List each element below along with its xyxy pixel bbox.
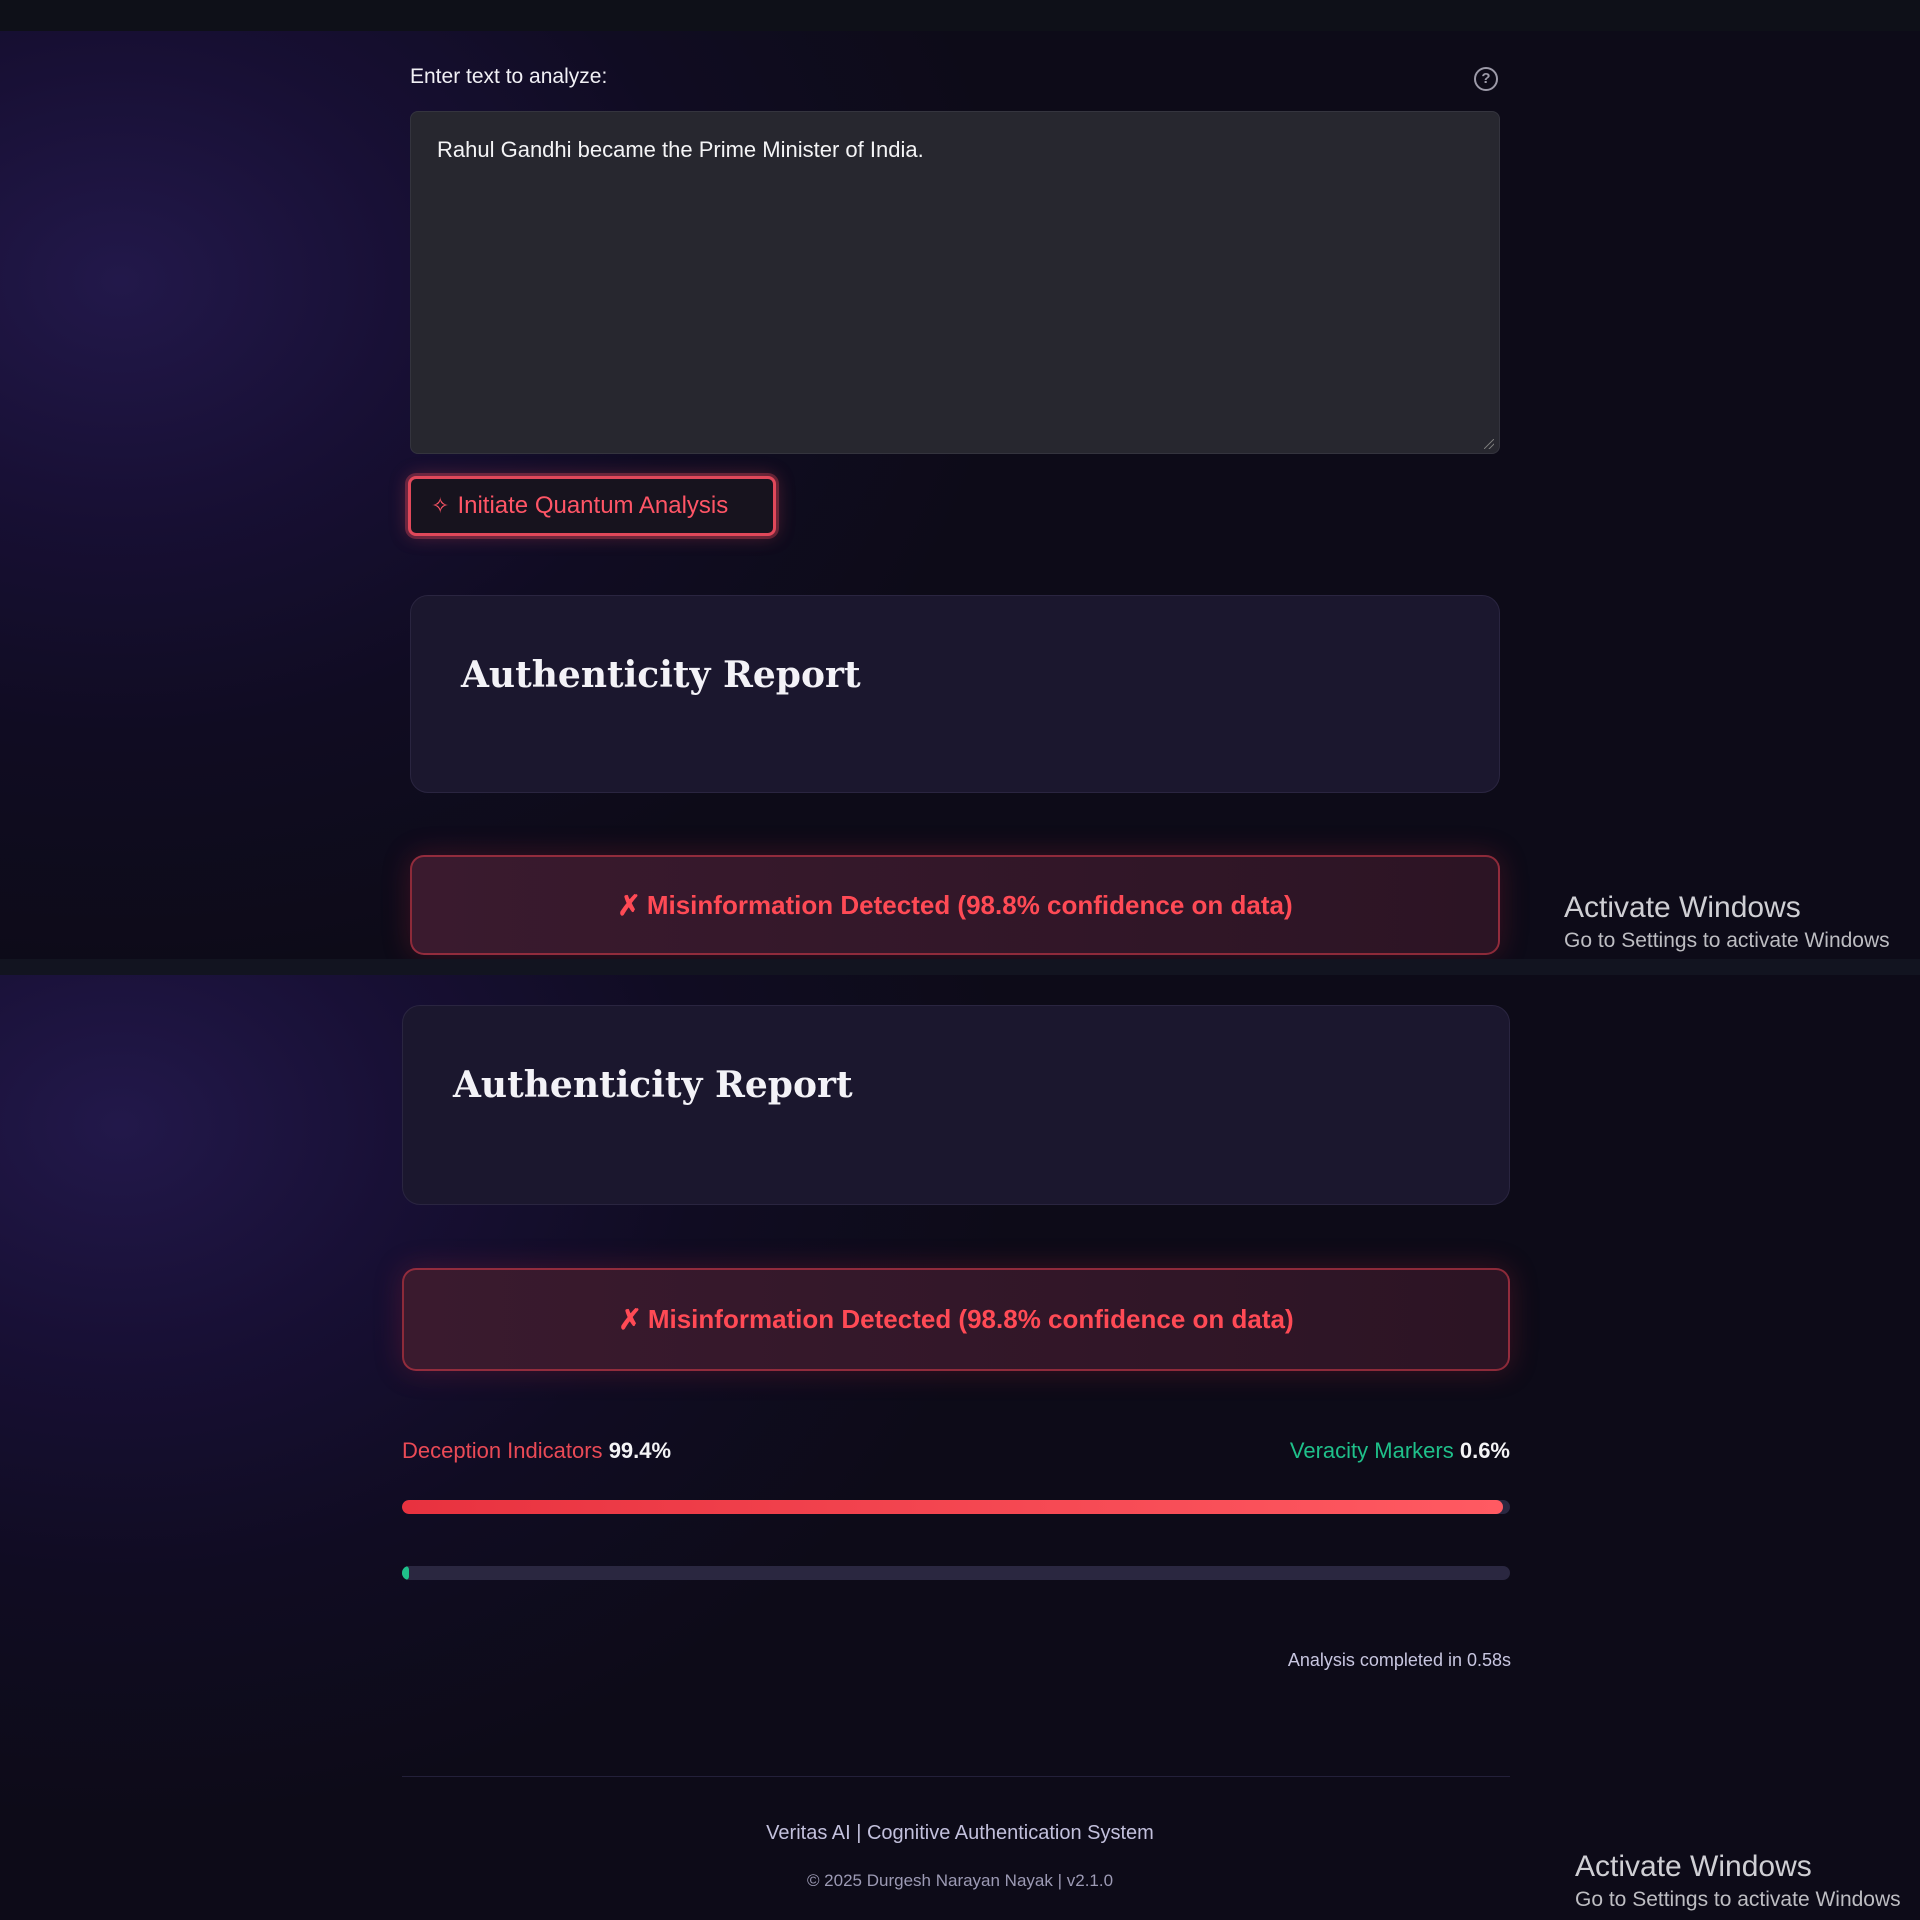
misinformation-alert: ✗ Misinformation Detected (98.8% confide… bbox=[410, 855, 1500, 955]
misinformation-alert: ✗ Misinformation Detected (98.8% confide… bbox=[402, 1268, 1510, 1371]
authenticity-report-card: Authenticity Report bbox=[402, 1005, 1510, 1205]
alert-message: Misinformation Detected (98.8% confidenc… bbox=[646, 889, 1293, 920]
deception-label: Deception Indicators bbox=[402, 1438, 603, 1463]
initiate-analysis-label: Initiate Quantum Analysis bbox=[457, 492, 729, 519]
watermark-title: Activate Windows bbox=[1575, 1850, 1812, 1883]
activate-windows-watermark: Activate Windows Go to Settings to activ… bbox=[1575, 1850, 1901, 1912]
cross-icon: ✗ bbox=[617, 889, 641, 921]
analysis-time: Analysis completed in 0.58s bbox=[1287, 1650, 1511, 1670]
footer-divider bbox=[402, 1776, 1510, 1777]
question-circle-icon[interactable]: ? bbox=[1474, 67, 1498, 91]
indicator-labels: Deception Indicators 99.4% Veracity Mark… bbox=[402, 1438, 1510, 1468]
veracity-label: Veracity Markers bbox=[1289, 1438, 1454, 1463]
deception-indicator: Deception Indicators 99.4% bbox=[402, 1438, 671, 1464]
deception-bar bbox=[402, 1500, 1510, 1514]
veracity-bar bbox=[402, 1566, 1510, 1580]
input-label: Enter text to analyze: bbox=[410, 65, 608, 88]
screenshot-divider bbox=[0, 959, 1920, 975]
veracity-indicator: Veracity Markers 0.6% bbox=[1290, 1438, 1510, 1464]
veracity-value: 0.6% bbox=[1459, 1438, 1510, 1463]
report-title: Authenticity Report bbox=[453, 1064, 853, 1106]
watermark-subtitle: Go to Settings to activate Windows bbox=[1564, 929, 1890, 952]
watermark-title: Activate Windows bbox=[1564, 891, 1801, 924]
deception-bar-fill bbox=[402, 1500, 1504, 1514]
alert-message: Misinformation Detected (98.8% confidenc… bbox=[647, 1304, 1294, 1334]
cross-icon: ✗ bbox=[618, 1304, 642, 1335]
report-title: Authenticity Report bbox=[461, 654, 861, 696]
footer-title: Veritas AI | Cognitive Authentication Sy… bbox=[766, 1822, 1154, 1844]
top-panel: Enter text to analyze: ? ✧ Initiate Quan… bbox=[0, 31, 1920, 959]
resize-handle[interactable] bbox=[1484, 439, 1494, 449]
sparkle-icon: ✧ bbox=[431, 493, 450, 518]
initiate-analysis-button[interactable]: ✧ Initiate Quantum Analysis bbox=[408, 476, 776, 536]
authenticity-report-card: Authenticity Report bbox=[410, 595, 1500, 793]
text-input[interactable] bbox=[410, 111, 1500, 454]
browser-top-bar bbox=[0, 0, 1920, 31]
watermark-subtitle: Go to Settings to activate Windows bbox=[1575, 1888, 1901, 1911]
activate-windows-watermark: Activate Windows Go to Settings to activ… bbox=[1564, 891, 1890, 953]
deception-value: 99.4% bbox=[608, 1438, 672, 1463]
